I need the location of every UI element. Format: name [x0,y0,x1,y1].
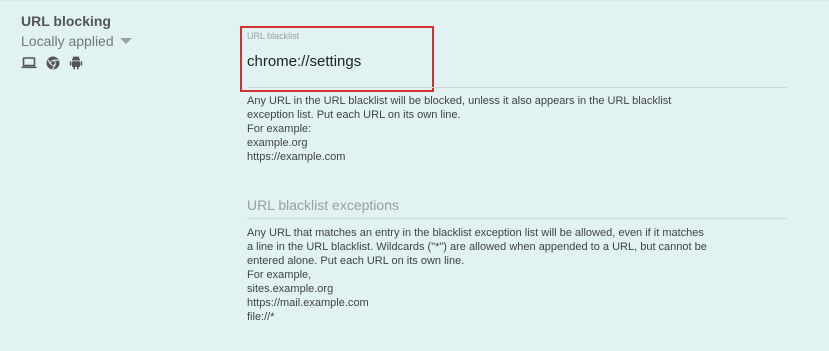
android-icon [69,55,83,70]
policy-title: URL blocking [21,13,111,29]
description-line: For example: [247,123,312,135]
url-exceptions-description: Any URL that matches an entry in the bla… [247,226,787,324]
description-line: Any URL in the URL blacklist will be blo… [247,95,672,107]
url-exceptions-divider [247,218,787,219]
description-line: a line in the URL blacklist. Wildcards (… [247,241,707,253]
url-blacklist-exceptions-field[interactable]: URL blacklist exceptions [247,197,787,213]
policy-settings: URL blacklist chrome://settings Any URL … [247,25,787,324]
description-line: file://* [247,311,275,323]
url-blacklist-label: URL blacklist [247,31,300,41]
scope-dropdown[interactable]: Locally applied [21,33,221,49]
laptop-icon [21,56,37,69]
url-blacklist-field[interactable]: chrome://settings [247,53,427,77]
description-line: Any URL that matches an entry in the bla… [247,227,704,239]
policy-header: URL blocking Locally applied [21,13,221,70]
platform-icons [21,55,221,70]
url-blacklist-divider [247,87,787,88]
description-line: For example, [247,269,312,281]
description-line: sites.example.org [247,283,334,295]
description-line: https://mail.example.com [247,297,369,309]
chevron-down-icon [119,38,132,44]
description-line: https://example.com [247,151,346,163]
scope-label: Locally applied [21,33,114,49]
url-blacklist-description: Any URL in the URL blacklist will be blo… [247,94,787,164]
url-blocking-policy-panel: URL blocking Locally applied URL blackli… [0,0,829,351]
chrome-icon [46,56,60,70]
description-line: entered alone. Put each URL on its own l… [247,255,465,267]
description-line: example.org [247,137,308,149]
description-line: exception list. Put each URL on its own … [247,109,461,121]
